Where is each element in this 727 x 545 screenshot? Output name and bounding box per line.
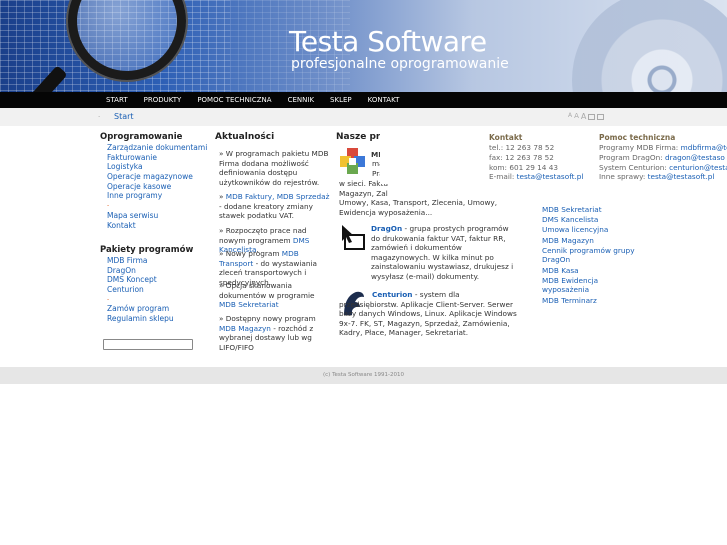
brand-subtitle: profesjonalne oprogramowanie: [291, 56, 509, 72]
news-link[interactable]: MDB Faktury, MDB Sprzedaż: [226, 192, 330, 201]
font-large-button[interactable]: A: [581, 112, 586, 121]
right-link-item: MDB Kasa: [542, 265, 579, 275]
breadcrumb: · Start A A A: [0, 108, 727, 126]
print-icon[interactable]: [588, 114, 596, 120]
contact-fax: fax: 12 263 78 52: [489, 152, 554, 162]
font-size-tools: A A A: [568, 112, 605, 121]
nav-cennik[interactable]: CENNIK: [280, 92, 322, 108]
sidebar-software-list: Zarządzanie dokumentami Fakturowanie Log…: [107, 143, 207, 230]
news-item: » Opcja skanowania dokumentów w programi…: [219, 281, 315, 310]
sidebar-packages-list: MDB Firma DragOn DMS Koncept Centurion -…: [107, 256, 174, 324]
support-row: Program DragOn: dragon@testaso: [599, 152, 725, 162]
nav-start[interactable]: START: [98, 92, 136, 108]
contact-dropdown-panel: Kontakt tel.: 12 263 78 52 fax: 12 263 7…: [380, 128, 727, 184]
product-centurion-link[interactable]: Centurion: [372, 290, 413, 299]
sidebar-item-regulamin: Regulamin sklepu: [107, 314, 174, 324]
sidebar-packages-title: Pakiety programów: [100, 245, 194, 255]
sidebar-item-mapa-serwisu: Mapa serwisu: [107, 210, 159, 220]
sidebar-separator: -: [107, 295, 110, 303]
support-row: Inne sprawy: testa@testasoft.pl: [599, 172, 715, 182]
right-link-item: MDB Magazyn: [542, 235, 594, 245]
product-centurion-description: Centurion - system dla przedsiębiorstw. …: [339, 290, 517, 338]
product-mdb-line: Umowy, Kasa, Transport, Zlecenia, Umowy,: [339, 198, 498, 207]
support-email-link[interactable]: dragon@testaso: [665, 153, 725, 162]
right-link-item: Umowa licencyjna: [542, 225, 609, 235]
sidebar-item-logistyka: Logistyka: [107, 162, 143, 172]
contact-phone: tel.: 12 263 78 52: [489, 143, 555, 152]
news-item: » MDB Faktury, MDB Sprzedaż - dodane kre…: [219, 192, 330, 221]
sidebar-item-operacje-magazynowe: Operacje magazynowe: [107, 172, 193, 182]
contact-title: Kontakt: [489, 133, 523, 142]
search-input[interactable]: [103, 339, 193, 350]
support-email-link[interactable]: mdbfirma@tes: [681, 143, 727, 152]
product-dragon-description: DragOn - grupa prostych programów do dru…: [371, 224, 514, 281]
support-title: Pomoc techniczna: [599, 133, 676, 142]
contact-mobile: kom: 601 29 14 43: [489, 162, 559, 172]
sidebar-item-mdb-firma: MDB Firma: [107, 256, 148, 265]
right-link-item: MDB Terminarz: [542, 295, 597, 305]
support-email-link[interactable]: centurion@testas: [669, 163, 727, 172]
breadcrumb-bullet-icon: ·: [98, 113, 101, 121]
font-small-button[interactable]: A: [568, 112, 572, 121]
mdb-logo-icon: [340, 148, 365, 174]
news-link[interactable]: MDB Magazyn: [219, 324, 271, 333]
news-title: Aktualności: [215, 132, 275, 142]
footer-copyright: (c) Testa Software 1991-2010: [323, 372, 404, 378]
nav-produkty[interactable]: PRODUKTY: [136, 92, 190, 108]
nav-pomoc-techniczna[interactable]: POMOC TECHNICZNA: [189, 92, 279, 108]
support-row: System Centurion: centurion@testas: [599, 163, 727, 173]
product-dragon-link[interactable]: DragOn: [371, 224, 402, 233]
news-item: » Dostępny nowy program MDB Magazyn - ro…: [219, 314, 316, 352]
sidebar-item-dms-koncept: DMS Koncept: [107, 275, 157, 285]
contact-email-link[interactable]: testa@testasoft.pl: [517, 172, 584, 181]
brand-title: Testa Software: [289, 25, 487, 58]
right-links-list: MDB Sekretariat DMS Kancelista Umowa lic…: [542, 205, 642, 306]
contact-details: tel.: 12 263 78 52 fax: 12 263 78 52 kom…: [489, 143, 583, 182]
dragon-logo-icon: [342, 225, 365, 250]
news-link[interactable]: MDB Sekretariat: [219, 300, 279, 309]
sidebar-software-title: Oprogramowanie: [100, 132, 183, 142]
support-details: Programy MDB Firma: mdbfirma@tes Program…: [599, 143, 727, 182]
footer: (c) Testa Software 1991-2010: [0, 367, 727, 384]
email-icon[interactable]: [597, 114, 605, 120]
sidebar-item-dragon: DragOn: [107, 265, 136, 275]
news-item: » W programach pakietu MDB Firma dodana …: [219, 149, 329, 187]
support-email-link[interactable]: testa@testasoft.pl: [648, 172, 715, 181]
sidebar-separator: -: [107, 202, 110, 210]
sidebar-item-zamow-program: Zamów program: [107, 304, 170, 314]
sidebar-item-centurion: Centurion: [107, 285, 144, 295]
font-medium-button[interactable]: A: [574, 112, 579, 121]
sidebar-item-fakturowanie: Fakturowanie: [107, 152, 157, 162]
sidebar-item-inne-programy: Inne programy: [107, 191, 163, 201]
header-banner: Testa Software profesjonalne oprogramowa…: [0, 0, 727, 92]
nav-kontakt[interactable]: KONTAKT: [360, 92, 408, 108]
product-mdb-line: Ewidencja wyposażenia...: [339, 208, 433, 217]
breadcrumb-start-link[interactable]: Start: [114, 112, 134, 121]
sidebar-item-kontakt: Kontakt: [107, 220, 136, 230]
contact-email-row: E-mail: testa@testasoft.pl: [489, 172, 584, 182]
right-link-item: MDB Ewidencja wyposażenia: [542, 275, 599, 295]
cd-disc-graphic: [572, 0, 727, 92]
right-link-item: MDB Sekretariat: [542, 205, 602, 214]
main-nav: START PRODUKTY POMOC TECHNICZNA CENNIK S…: [0, 92, 727, 108]
support-row: Programy MDB Firma: mdbfirma@tes: [599, 143, 727, 153]
right-link-item: Cennik programów grupy DragOn: [542, 245, 635, 265]
sidebar-item-zarzadzanie: Zarządzanie dokumentami: [107, 143, 208, 152]
products-title: Nasze pro: [336, 132, 387, 142]
right-link-item: DMS Kancelista: [542, 215, 599, 225]
nav-sklep[interactable]: SKLEP: [322, 92, 360, 108]
sidebar-item-operacje-kasowe: Operacje kasowe: [107, 181, 172, 191]
